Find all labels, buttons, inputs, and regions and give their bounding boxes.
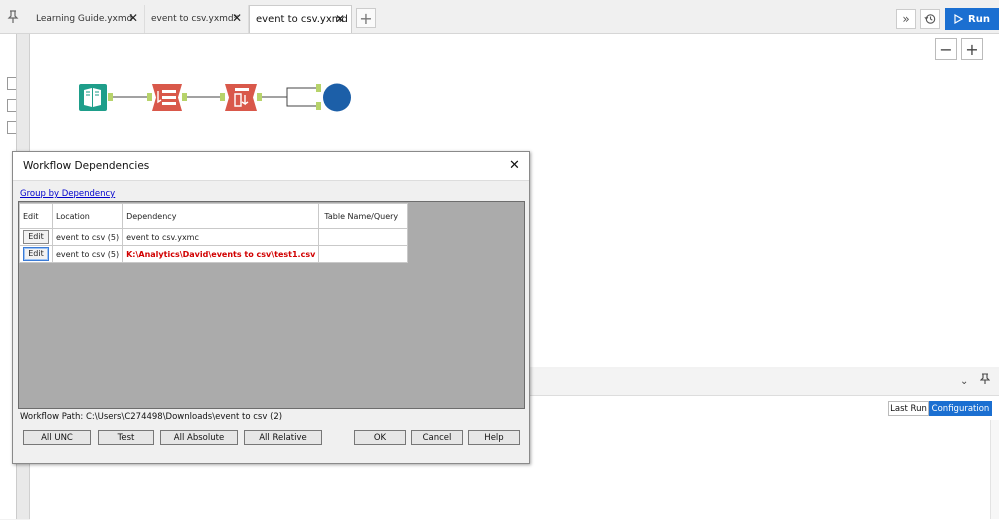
last-run-button[interactable]: Last Run: [888, 401, 929, 416]
panel-tab-button[interactable]: [7, 99, 16, 112]
edit-button[interactable]: Edit: [23, 247, 49, 261]
tab-label: Learning Guide.yxmd: [36, 14, 133, 24]
add-tab-button[interactable]: +: [356, 8, 376, 28]
zoom-out-button[interactable]: −: [935, 38, 957, 60]
table-query-cell[interactable]: [318, 228, 409, 246]
tab-event-to-csv[interactable]: event to csv.yxmd ✕: [249, 5, 352, 33]
run-label: Run: [968, 13, 990, 25]
column-header: Dependency: [122, 203, 320, 229]
input-anchor: [147, 93, 152, 101]
table-query-cell[interactable]: [318, 245, 409, 263]
panel-tab-button[interactable]: [7, 77, 16, 90]
dependency-table: Edit Location Dependency Table Name/Quer…: [19, 203, 409, 263]
cross-tab-tool-icon[interactable]: [225, 84, 257, 111]
column-header: Table Name/Query: [318, 203, 409, 229]
location-cell[interactable]: event to csv (5): [51, 245, 124, 263]
chevron-double-right-icon[interactable]: »: [896, 9, 916, 29]
test-button[interactable]: Test: [98, 430, 154, 445]
column-header: Edit: [19, 203, 53, 229]
connector-line: [260, 87, 318, 107]
configuration-button[interactable]: Configuration: [929, 401, 992, 416]
zoom-in-button[interactable]: +: [961, 38, 983, 60]
pin-icon[interactable]: [2, 4, 24, 30]
play-icon: [954, 14, 964, 24]
input-anchor: [316, 102, 321, 110]
table-row: Edit event to csv (5) K:\Analytics\David…: [19, 245, 409, 263]
close-icon[interactable]: ✕: [232, 11, 242, 25]
output-tool-icon[interactable]: [323, 83, 351, 112]
input-anchor: [316, 84, 321, 92]
close-icon[interactable]: ✕: [509, 158, 520, 173]
dependency-grid: Edit Location Dependency Table Name/Quer…: [18, 201, 525, 409]
workflow-dependencies-dialog: Workflow Dependencies ✕ Group by Depende…: [12, 151, 530, 464]
all-relative-button[interactable]: All Relative: [244, 430, 322, 445]
input-data-tool-icon[interactable]: [79, 84, 107, 111]
output-anchor: [257, 93, 262, 101]
column-header: Location: [51, 203, 124, 229]
group-by-dependency-link[interactable]: Group by Dependency: [20, 189, 115, 199]
close-icon[interactable]: ✕: [335, 12, 345, 26]
workflow-diagram: [79, 83, 351, 112]
transpose-tool-icon[interactable]: [152, 84, 182, 111]
ok-button[interactable]: OK: [354, 430, 406, 445]
run-button[interactable]: Run: [945, 8, 999, 30]
edit-button[interactable]: Edit: [23, 230, 49, 244]
dialog-title: Workflow Dependencies: [23, 160, 150, 172]
help-button[interactable]: Help: [468, 430, 520, 445]
workflow-path-label: Workflow Path:: [20, 412, 84, 422]
output-anchor: [182, 93, 187, 101]
all-unc-button[interactable]: All UNC: [23, 430, 91, 445]
panel-tab-button[interactable]: [7, 121, 16, 134]
tab-event-to-csv-modified[interactable]: event to csv.yxmd* ✕: [145, 5, 249, 33]
output-anchor: [108, 93, 113, 101]
chevron-down-icon[interactable]: ⌄: [960, 376, 968, 387]
tab-label: event to csv.yxmd*: [151, 14, 239, 24]
dependency-cell[interactable]: event to csv.yxmc: [122, 228, 320, 246]
dependency-cell-missing[interactable]: K:\Analytics\David\events to csv\test1.c…: [122, 245, 320, 263]
workflow-path-value: C:\Users\C274498\Downloads\event to csv …: [85, 412, 283, 422]
pin-icon[interactable]: [979, 373, 991, 388]
location-cell[interactable]: event to csv (5): [51, 228, 124, 246]
input-anchor: [220, 93, 225, 101]
all-absolute-button[interactable]: All Absolute: [160, 430, 238, 445]
history-icon[interactable]: [920, 9, 940, 29]
scrollbar[interactable]: [990, 420, 999, 519]
close-icon[interactable]: ✕: [128, 11, 138, 25]
cancel-button[interactable]: Cancel: [411, 430, 463, 445]
workflow-path: Workflow Path: C:\Users\C274498\Download…: [20, 412, 282, 422]
table-row: Edit event to csv (5) event to csv.yxmc: [19, 228, 409, 246]
tab-learning-guide[interactable]: Learning Guide.yxmd ✕: [30, 5, 145, 33]
table-header-row: Edit Location Dependency Table Name/Quer…: [19, 203, 409, 229]
